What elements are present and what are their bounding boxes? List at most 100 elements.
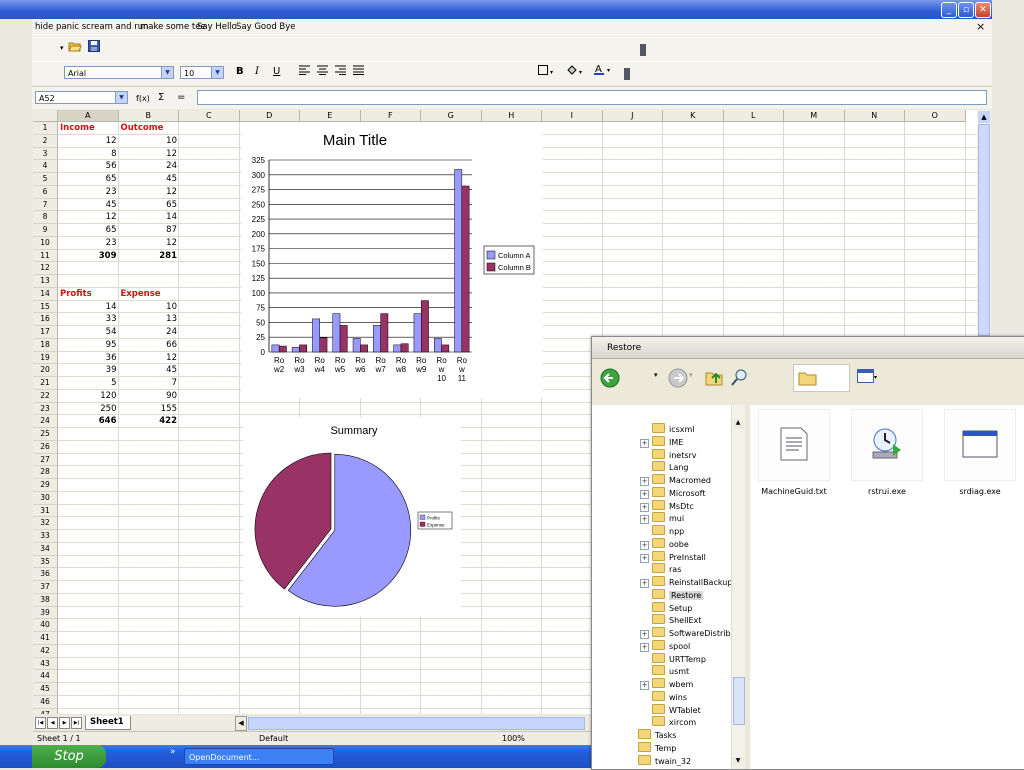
row-header[interactable]: 32 xyxy=(33,517,58,530)
cell-a[interactable]: 12 xyxy=(58,135,119,148)
row-header[interactable]: 23 xyxy=(33,402,58,416)
folder-tree[interactable]: +icsxml+IME+inetsrv+Lang+Macromed+Micros… xyxy=(592,405,744,769)
expand-icon[interactable]: + xyxy=(640,502,649,512)
row-header[interactable]: 6 xyxy=(33,185,58,199)
horizontal-scroll-thumb[interactable] xyxy=(248,717,585,730)
italic-button[interactable]: I xyxy=(255,65,259,79)
save-icon[interactable] xyxy=(88,40,100,56)
row-header[interactable]: 30 xyxy=(33,491,58,505)
font-color-icon[interactable]: A ▾ xyxy=(594,63,614,80)
cell-b[interactable]: 24 xyxy=(119,326,180,339)
chevron-down-icon[interactable]: ▼ xyxy=(161,67,173,78)
tree-item[interactable]: +Lang xyxy=(640,461,689,474)
row-header[interactable]: 40 xyxy=(33,619,58,632)
column-header[interactable]: D xyxy=(239,110,300,122)
cell-a[interactable]: Profits xyxy=(58,288,119,301)
forward-icon[interactable] xyxy=(668,368,688,391)
tree-item[interactable]: + spool xyxy=(640,639,690,653)
tree-scroll-thumb[interactable] xyxy=(733,677,745,725)
row-header[interactable]: 31 xyxy=(33,504,58,518)
tree-item[interactable]: + oobe xyxy=(640,537,689,551)
row-header[interactable]: 33 xyxy=(33,530,58,543)
views-icon[interactable]: ▾ xyxy=(857,369,879,386)
row-header[interactable]: 21 xyxy=(33,377,58,390)
row-header[interactable]: 36 xyxy=(33,568,58,581)
column-header[interactable]: M xyxy=(784,110,845,122)
tree-scroll-down-icon[interactable]: ▼ xyxy=(732,757,744,767)
cell-a[interactable]: 646 xyxy=(58,415,119,428)
cell-a[interactable]: 309 xyxy=(58,250,119,263)
cell-b[interactable]: 65 xyxy=(119,199,180,212)
cell-a[interactable]: 33 xyxy=(58,313,119,326)
underline-button[interactable]: U xyxy=(273,65,280,79)
row-header[interactable]: 47 xyxy=(33,708,58,714)
cell-b[interactable]: 7 xyxy=(119,377,180,390)
cell-a[interactable]: 65 xyxy=(58,173,119,186)
row-header[interactable]: 29 xyxy=(33,479,58,492)
fill-color-icon[interactable]: ▾ xyxy=(566,65,586,80)
cell-a[interactable]: 45 xyxy=(58,199,119,212)
cell-b[interactable]: 12 xyxy=(119,352,180,365)
tree-item[interactable]: +Restore xyxy=(640,588,704,602)
start-button[interactable]: Stop xyxy=(32,745,106,768)
row-header[interactable]: 13 xyxy=(33,275,58,288)
cell-b[interactable]: 14 xyxy=(119,211,180,224)
tree-item[interactable]: + PreInstall xyxy=(640,550,706,564)
expand-icon[interactable]: + xyxy=(640,579,649,588)
prev-sheet-button[interactable]: ◀ xyxy=(47,717,58,729)
row-header[interactable]: 15 xyxy=(33,300,58,314)
cell-a[interactable]: 8 xyxy=(58,148,119,161)
folders-button[interactable] xyxy=(793,364,850,392)
column-header[interactable]: O xyxy=(905,110,966,122)
file-item[interactable]: srdiag.exe xyxy=(944,409,1016,505)
tree-item[interactable]: + ReinstallBackups xyxy=(640,576,737,589)
tree-item[interactable]: +icsxml xyxy=(640,423,695,436)
row-header[interactable]: 35 xyxy=(33,555,58,569)
tree-item[interactable]: +usmt xyxy=(640,665,689,678)
cell-a[interactable]: 5 xyxy=(58,377,119,390)
row-header[interactable]: 8 xyxy=(33,211,58,224)
column-header[interactable]: A xyxy=(58,110,119,122)
justify-icon[interactable] xyxy=(353,65,364,79)
menu-close-icon[interactable]: × xyxy=(976,20,985,33)
row-header[interactable]: 42 xyxy=(33,644,58,658)
formula-input[interactable] xyxy=(197,90,987,105)
font-size-select[interactable]: 10 ▼ xyxy=(180,66,224,79)
tree-item[interactable]: + SoftwareDistributi xyxy=(640,627,741,640)
cell-b[interactable]: 45 xyxy=(119,364,180,377)
column-header[interactable]: E xyxy=(300,110,361,122)
cell-a[interactable]: 14 xyxy=(58,301,119,314)
scroll-thumb[interactable] xyxy=(978,124,990,336)
cell-b[interactable]: 90 xyxy=(119,390,180,403)
cell-b[interactable]: 422 xyxy=(119,415,180,428)
row-header[interactable]: 39 xyxy=(33,606,58,620)
row-header[interactable]: 12 xyxy=(33,262,58,275)
last-sheet-button[interactable]: ▶| xyxy=(71,717,82,729)
bold-button[interactable]: B xyxy=(236,65,244,79)
column-header[interactable]: J xyxy=(602,110,663,122)
cell-b[interactable]: 87 xyxy=(119,224,180,237)
borders-icon[interactable]: ▾ xyxy=(538,65,556,80)
row-header[interactable]: 34 xyxy=(33,542,58,556)
expand-icon[interactable]: + xyxy=(640,477,649,486)
cell-a[interactable]: 23 xyxy=(58,186,119,199)
cell-b[interactable]: Outcome xyxy=(119,122,180,135)
tree-item[interactable]: +wins xyxy=(640,690,687,704)
expand-icon[interactable]: + xyxy=(640,540,649,550)
minimize-button[interactable]: _ xyxy=(941,2,957,18)
tree-item[interactable]: + Macromed xyxy=(640,474,711,487)
tree-item[interactable]: +xircom xyxy=(640,716,696,729)
open-folder-icon[interactable] xyxy=(68,40,82,56)
zoom-level[interactable]: 100% xyxy=(502,734,525,743)
cell-a[interactable]: 23 xyxy=(58,237,119,250)
file-item[interactable]: rstrui.exe xyxy=(851,409,923,505)
tree-item[interactable]: +URTTemp xyxy=(640,652,706,666)
cell-a[interactable]: 65 xyxy=(58,224,119,237)
row-header[interactable]: 27 xyxy=(33,453,58,467)
column-header[interactable]: L xyxy=(723,110,784,122)
first-sheet-button[interactable]: |◀ xyxy=(35,717,46,729)
align-right-icon[interactable] xyxy=(335,65,346,79)
row-header[interactable]: 3 xyxy=(33,147,58,161)
function-wizard-button[interactable]: f(x) xyxy=(136,92,150,106)
expand-icon[interactable]: + xyxy=(640,489,649,499)
